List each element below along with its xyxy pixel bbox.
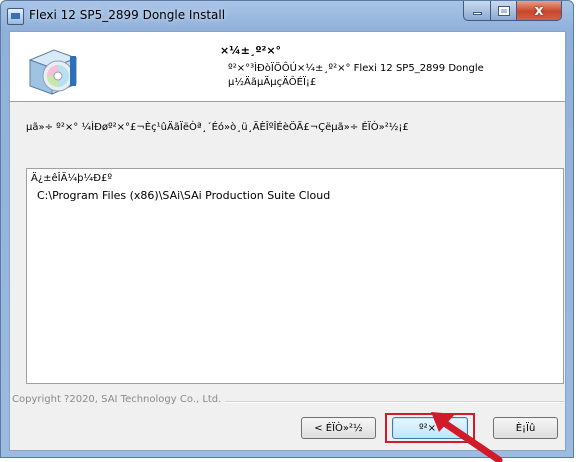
header-title: ×¼±¸º²×°: [220, 44, 282, 57]
header-subtitle-line-2: µ½ÄãµÄµçÄÔÉÏ¡£: [228, 77, 317, 88]
wizard-header: ×¼±¸º²×° º²×°³ÌÐòÏÖÔÚ×¼±¸º²×° Flexi 12 S…: [10, 32, 565, 102]
copyright-text: Copyright ?2020, SAI Technology Co., Ltd…: [12, 394, 226, 405]
close-button[interactable]: x: [516, 1, 562, 21]
maximize-button[interactable]: [490, 1, 517, 21]
app-icon: [7, 8, 24, 25]
install-summary-box[interactable]: Ä¿±êÎÄ¼þ¼Ð£º C:\Program Files (x86)\SAi\…: [26, 168, 564, 384]
minimize-icon: [472, 12, 482, 15]
pointer-arrow-icon: [431, 412, 503, 462]
header-subtitle: º²×°³ÌÐòÏÖÔÚ×¼±¸º²×° Flexi 12 SP5_2899 D…: [228, 62, 484, 90]
minimize-button[interactable]: [463, 1, 491, 21]
installer-logo-icon: [28, 49, 78, 95]
close-icon: x: [534, 2, 544, 19]
title-bar[interactable]: Flexi 12 SP5_2899 Dongle Install x: [1, 1, 573, 31]
header-subtitle-line-1: º²×°³ÌÐòÏÖÔÚ×¼±¸º²×° Flexi 12 SP5_2899 D…: [228, 63, 484, 74]
window-title: Flexi 12 SP5_2899 Dongle Install: [29, 8, 226, 22]
destination-label: Ä¿±êÎÄ¼þ¼Ð£º: [31, 173, 113, 184]
instruction-text: µã»÷ º²×° ¼ÌÐøº²×°£¬Èç¹ûÄãÏëÒª¸´Éó»ò¸ü¸Ä…: [26, 122, 409, 133]
maximize-icon: [497, 5, 510, 16]
dialog-body: ×¼±¸º²×° º²×°³ÌÐòÏÖÔÚ×¼±¸º²×° Flexi 12 S…: [9, 31, 566, 451]
destination-path: C:\Program Files (x86)\SAi\SAi Productio…: [37, 189, 331, 202]
back-button[interactable]: < ÉÏÒ»²½: [301, 417, 376, 439]
installer-window: Flexi 12 SP5_2899 Dongle Install x ×¼±¸º…: [0, 0, 574, 458]
